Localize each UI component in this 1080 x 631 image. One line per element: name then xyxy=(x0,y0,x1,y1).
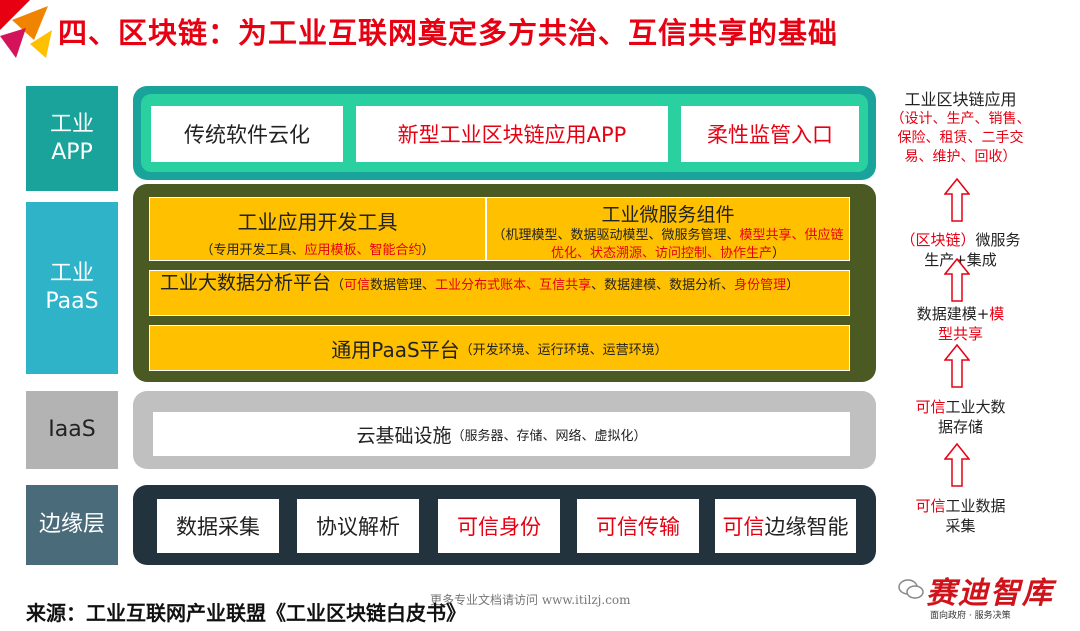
microservice-box: 工业微服务组件 （机理模型、数据驱动模型、微服务管理、模型共享、供应链优化、状态… xyxy=(486,197,850,261)
brand-slogan: 面向政府 · 服务决策 xyxy=(930,611,1011,621)
layer-label-paas: 工业 PaaS xyxy=(26,202,118,374)
dev-tools-title: 工业应用开发工具 xyxy=(237,210,398,234)
dev-tools-box: 工业应用开发工具 （专用开发工具、应用模板、智能合约） xyxy=(149,197,486,261)
layer-label-text: 边缘层 xyxy=(38,512,105,537)
app-item-flexible-supervision: 柔性监管入口 xyxy=(681,106,859,162)
iaas-panel: 云基础设施 （服务器、存储、网络、虚拟化） xyxy=(133,391,876,469)
edge-item-trusted-identity: 可信身份 xyxy=(438,499,560,553)
dev-tools-detail-red: 应用模板、智能合约 xyxy=(304,243,422,258)
right-micro-text: 微服务 xyxy=(975,231,1021,249)
bigdata-box: 工业大数据分析平台（可信数据管理、工业分布式账本、互信共享、数据建模、数据分析、… xyxy=(149,270,850,316)
bigdata-paren: （ xyxy=(331,278,345,293)
source-citation: 来源：工业互联网产业联盟《工业区块链白皮书》 xyxy=(26,601,466,625)
right-app-title: 工业区块链应用 xyxy=(904,90,1017,109)
layer-label-line1: 工业 xyxy=(49,261,94,286)
right-model-red-2: 型共享 xyxy=(937,325,983,343)
layer-label-text: IaaS xyxy=(48,417,96,442)
right-bigdata-text: 工业大数 xyxy=(945,398,1006,416)
edge-item-trusted-transmission: 可信传输 xyxy=(577,499,699,553)
edge-item-data-collection: 数据采集 xyxy=(157,499,279,553)
up-arrow-icon xyxy=(944,344,970,388)
app-panel: 传统软件云化 新型工业区块链应用APP 柔性监管入口 xyxy=(133,86,876,180)
right-model-red: 模 xyxy=(989,305,1005,323)
right-micro-red: （区块链） xyxy=(900,231,976,249)
edge-panel: 数据采集 协议解析 可信身份 可信传输 可信 边缘智能 xyxy=(133,485,876,565)
layer-label-iaas: IaaS xyxy=(26,391,118,469)
microservice-detail-close: ） xyxy=(772,246,786,261)
up-arrow-icon xyxy=(944,258,970,302)
bigdata-text-1: 数据管理、 xyxy=(370,278,436,293)
cloud-infra-title: 云基础设施 xyxy=(356,424,452,447)
bigdata-red-1: 可信 xyxy=(344,278,371,293)
bigdata-paren-close: ） xyxy=(786,278,800,293)
microservice-detail: （机理模型、数据驱动模型、微服务管理、 xyxy=(492,228,740,243)
bigdata-text-2: 、数据建模、数据分析、 xyxy=(591,278,735,293)
edge-last-black: 边缘智能 xyxy=(764,515,849,539)
page-title: 四、区块链：为工业互联网奠定多方共治、互信共享的基础 xyxy=(58,16,839,50)
layer-label-edge: 边缘层 xyxy=(26,485,118,565)
right-bigdata-block: 可信工业大数 据存储 xyxy=(888,397,1033,437)
up-arrow-icon xyxy=(944,178,970,222)
layer-label-line1: 工业 xyxy=(49,111,94,137)
right-app-detail: （设计、生产、销售、保险、租赁、二手交易、维护、回收） xyxy=(890,111,1031,165)
right-bigdata-red: 可信 xyxy=(915,398,946,416)
layer-label-line2: APP xyxy=(51,139,93,165)
layer-label-app: 工业 APP xyxy=(26,86,118,191)
edge-item-protocol-parsing: 协议解析 xyxy=(297,499,419,553)
app-item-cloud: 传统软件云化 xyxy=(151,106,343,162)
right-model-block: 数据建模+模 型共享 xyxy=(888,304,1033,344)
right-app-block: 工业区块链应用 （设计、生产、销售、保险、租赁、二手交易、维护、回收） xyxy=(888,90,1033,167)
bigdata-title: 工业大数据分析平台 xyxy=(160,272,332,294)
edge-item-trusted-edge-intelligence: 可信 边缘智能 xyxy=(715,499,856,553)
cloud-infra-detail: （服务器、存储、网络、虚拟化） xyxy=(451,428,647,444)
edge-last-red: 可信 xyxy=(722,515,765,539)
right-bigdata-text-2: 据存储 xyxy=(937,418,983,436)
dev-tools-detail-close: ） xyxy=(421,243,435,258)
right-collect-text: 工业数据 xyxy=(945,497,1006,515)
app-item-blockchain-app: 新型工业区块链应用APP xyxy=(356,106,668,162)
general-paas-box: 通用PaaS平台 （开发环境、运行环境、运营环境） xyxy=(149,325,850,371)
microservice-title: 工业微服务组件 xyxy=(601,204,735,226)
brand-name: 赛迪智库 xyxy=(926,576,1054,611)
paas-panel: 工业应用开发工具 （专用开发工具、应用模板、智能合约） 工业微服务组件 （机理模… xyxy=(133,184,876,382)
general-paas-detail: （开发环境、运行环境、运营环境） xyxy=(459,342,668,358)
wechat-icon xyxy=(898,579,924,599)
right-model-text: 数据建模+ xyxy=(916,305,990,323)
corner-logo xyxy=(0,0,62,62)
right-collect-block: 可信工业数据 采集 xyxy=(888,496,1033,536)
layer-label-line2: PaaS xyxy=(45,289,99,314)
right-collect-text-2: 采集 xyxy=(945,517,976,535)
dev-tools-detail: （专用开发工具、 xyxy=(200,243,305,258)
up-arrow-icon xyxy=(944,443,970,487)
bigdata-red-2: 工业分布式账本、互信共享 xyxy=(435,278,592,293)
bigdata-red-3: 身份管理 xyxy=(734,278,787,293)
general-paas-title: 通用PaaS平台 xyxy=(331,337,460,362)
brand-logo: 赛迪智库 面向政府 · 服务决策 xyxy=(898,568,1060,624)
right-collect-red: 可信 xyxy=(915,497,946,515)
cloud-infra-box: 云基础设施 （服务器、存储、网络、虚拟化） xyxy=(153,412,850,456)
